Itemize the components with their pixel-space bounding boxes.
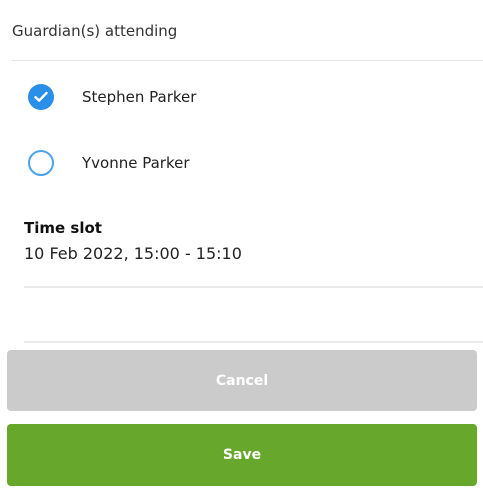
cancel-button[interactable]: Cancel xyxy=(7,350,477,411)
guardian-option-stephen-parker[interactable]: Stephen Parker xyxy=(28,80,196,114)
unchecked-radio-icon[interactable] xyxy=(28,150,54,176)
save-button[interactable]: Save xyxy=(7,424,477,486)
divider xyxy=(24,286,483,288)
guardians-attending-label: Guardian(s) attending xyxy=(12,22,178,40)
time-slot-value: 10 Feb 2022, 15:00 - 15:10 xyxy=(24,244,242,263)
guardian-name: Yvonne Parker xyxy=(82,154,190,172)
divider xyxy=(24,341,483,343)
checkmark-icon xyxy=(34,91,48,102)
guardian-attendance-form: Guardian(s) attending Stephen Parker Yvo… xyxy=(0,0,483,498)
divider xyxy=(12,60,483,61)
guardian-name: Stephen Parker xyxy=(82,88,197,106)
guardian-option-yvonne-parker[interactable]: Yvonne Parker xyxy=(28,146,190,180)
time-slot-title: Time slot xyxy=(24,219,102,237)
checked-radio-icon[interactable] xyxy=(28,84,54,110)
